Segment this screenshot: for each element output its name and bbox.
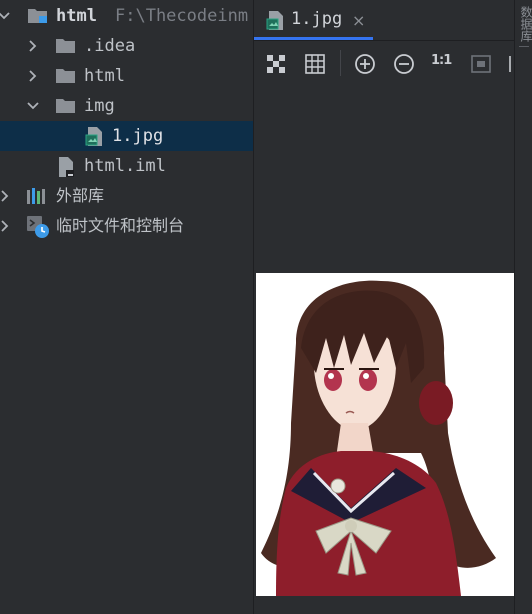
fit-icon[interactable] <box>469 52 493 76</box>
image-toolbar: 1:1 <box>254 44 514 82</box>
folder-icon <box>56 99 75 113</box>
tree-item-html-folder[interactable]: html <box>0 61 253 91</box>
chevron-down-icon[interactable] <box>0 9 11 23</box>
tree-item-label: img <box>84 96 115 116</box>
iml-file-icon <box>59 157 74 177</box>
tree-item-label: 临时文件和控制台 <box>56 216 185 235</box>
database-tool-label[interactable]: 数据库 <box>518 6 532 42</box>
tree-item-external-libraries[interactable]: 外部库 <box>0 181 253 211</box>
tab-1-jpg[interactable]: 1.jpg × <box>254 0 373 40</box>
chevron-right-icon[interactable] <box>26 69 40 83</box>
scratches-console-icon <box>27 216 49 238</box>
project-path: F:\Thecodeinm <box>115 6 249 26</box>
chevron-right-icon[interactable] <box>0 219 12 233</box>
tree-item-label: html <box>56 6 97 26</box>
tree-item-html-root[interactable]: html F:\Thecodeinm <box>0 1 253 31</box>
tree-item-label: html.iml <box>84 156 166 176</box>
project-tree: html F:\Thecodeinm .idea html img 1.jpg … <box>0 0 253 614</box>
zoom-out-icon[interactable] <box>392 52 416 76</box>
chevron-down-icon[interactable] <box>26 99 40 113</box>
library-icon <box>27 188 45 204</box>
grid-icon[interactable] <box>303 52 327 76</box>
tree-item-label: 1.jpg <box>112 126 164 146</box>
image-preview <box>256 273 514 596</box>
toolbar-separator <box>340 50 341 76</box>
folder-icon <box>56 39 75 53</box>
actual-size-button[interactable]: 1:1 <box>431 53 452 68</box>
module-folder-icon <box>28 9 47 23</box>
tree-item-label: .idea <box>84 36 136 56</box>
tree-item-1-jpg[interactable]: 1.jpg <box>0 121 253 151</box>
close-icon[interactable]: × <box>352 11 365 30</box>
folder-icon <box>56 69 75 83</box>
image-file-icon <box>266 11 283 30</box>
tree-item-scratches-consoles[interactable]: 临时文件和控制台 <box>0 211 253 241</box>
image-editor: 1.jpg × 1:1 <box>254 0 514 614</box>
strip-divider <box>519 46 529 47</box>
image-file-icon <box>85 127 102 146</box>
tree-item-idea[interactable]: .idea <box>0 31 253 61</box>
tree-item-img[interactable]: img <box>0 91 253 121</box>
chevron-right-icon[interactable] <box>26 39 40 53</box>
database-tool-window-strip[interactable]: 数据库 <box>514 0 532 614</box>
chessboard-icon[interactable] <box>264 52 288 76</box>
anime-girl-illustration <box>256 273 514 596</box>
tab-bar-divider <box>254 40 514 41</box>
tree-item-label: html <box>84 66 125 86</box>
tree-item-label: 外部库 <box>56 186 105 205</box>
tab-label: 1.jpg <box>291 9 343 29</box>
zoom-in-icon[interactable] <box>353 52 377 76</box>
chevron-right-icon[interactable] <box>0 189 12 203</box>
tree-item-html-iml[interactable]: html.iml <box>0 151 253 181</box>
